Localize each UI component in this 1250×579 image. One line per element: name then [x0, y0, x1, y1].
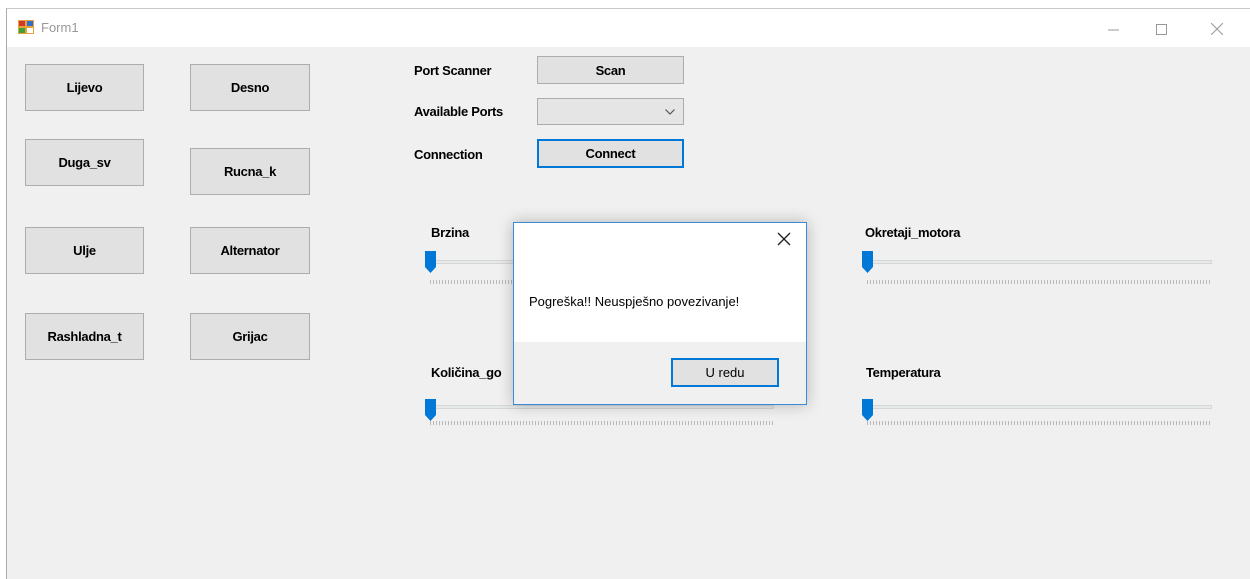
kolicina-slider-ticks [430, 421, 774, 425]
temperatura-slider-ticks [867, 421, 1212, 425]
rashladna-t-button[interactable]: Rashladna_t [25, 313, 144, 360]
close-icon [1210, 22, 1224, 36]
kolicina-slider-track[interactable] [430, 405, 774, 409]
chevron-down-icon [665, 109, 675, 115]
error-dialog: Pogreška!! Neuspješno povezivanje! U red… [513, 222, 807, 405]
dialog-close-icon[interactable] [776, 231, 792, 247]
okretaji-slider-ticks [867, 280, 1212, 284]
maximize-icon [1155, 23, 1167, 35]
temperatura-slider-track[interactable] [863, 405, 1212, 409]
alternator-button[interactable]: Alternator [190, 227, 310, 274]
port-scanner-label: Port Scanner [414, 63, 492, 78]
okretaji-slider-track[interactable] [863, 260, 1212, 264]
title-bar[interactable]: Form1 [7, 9, 1250, 47]
desno-button[interactable]: Desno [190, 64, 310, 111]
grijac-button[interactable]: Grijac [190, 313, 310, 360]
window-title: Form1 [41, 20, 79, 35]
connection-label: Connection [414, 147, 483, 162]
maximize-button[interactable] [1138, 9, 1184, 47]
minimize-icon [1107, 29, 1119, 31]
connect-button[interactable]: Connect [537, 139, 684, 168]
available-ports-select[interactable] [537, 98, 684, 125]
available-ports-label: Available Ports [414, 104, 503, 119]
kolicina-slider-thumb[interactable] [425, 399, 436, 421]
lijevo-button[interactable]: Lijevo [25, 64, 144, 111]
dialog-footer: U redu [514, 342, 806, 404]
brzina-label: Brzina [431, 225, 469, 240]
duga-sv-button[interactable]: Duga_sv [25, 139, 144, 186]
okretaji-slider-thumb[interactable] [862, 251, 873, 273]
scan-button[interactable]: Scan [537, 56, 684, 84]
brzina-slider-thumb[interactable] [425, 251, 436, 273]
close-button[interactable] [1194, 9, 1240, 47]
okretaji-motora-label: Okretaji_motora [865, 225, 961, 240]
kolicina-label: Količina_go [431, 365, 502, 380]
dialog-message: Pogreška!! Neuspješno povezivanje! [529, 294, 740, 309]
dialog-ok-button[interactable]: U redu [671, 358, 779, 387]
temperatura-slider-thumb[interactable] [862, 399, 873, 421]
ulje-button[interactable]: Ulje [25, 227, 144, 274]
rucna-k-button[interactable]: Rucna_k [190, 148, 310, 195]
main-window: Form1 Lijevo Desno Duga_sv Rucna_k Ulje … [6, 8, 1250, 579]
temperatura-label: Temperatura [866, 365, 941, 380]
minimize-button[interactable] [1090, 9, 1136, 47]
app-icon [18, 20, 34, 34]
